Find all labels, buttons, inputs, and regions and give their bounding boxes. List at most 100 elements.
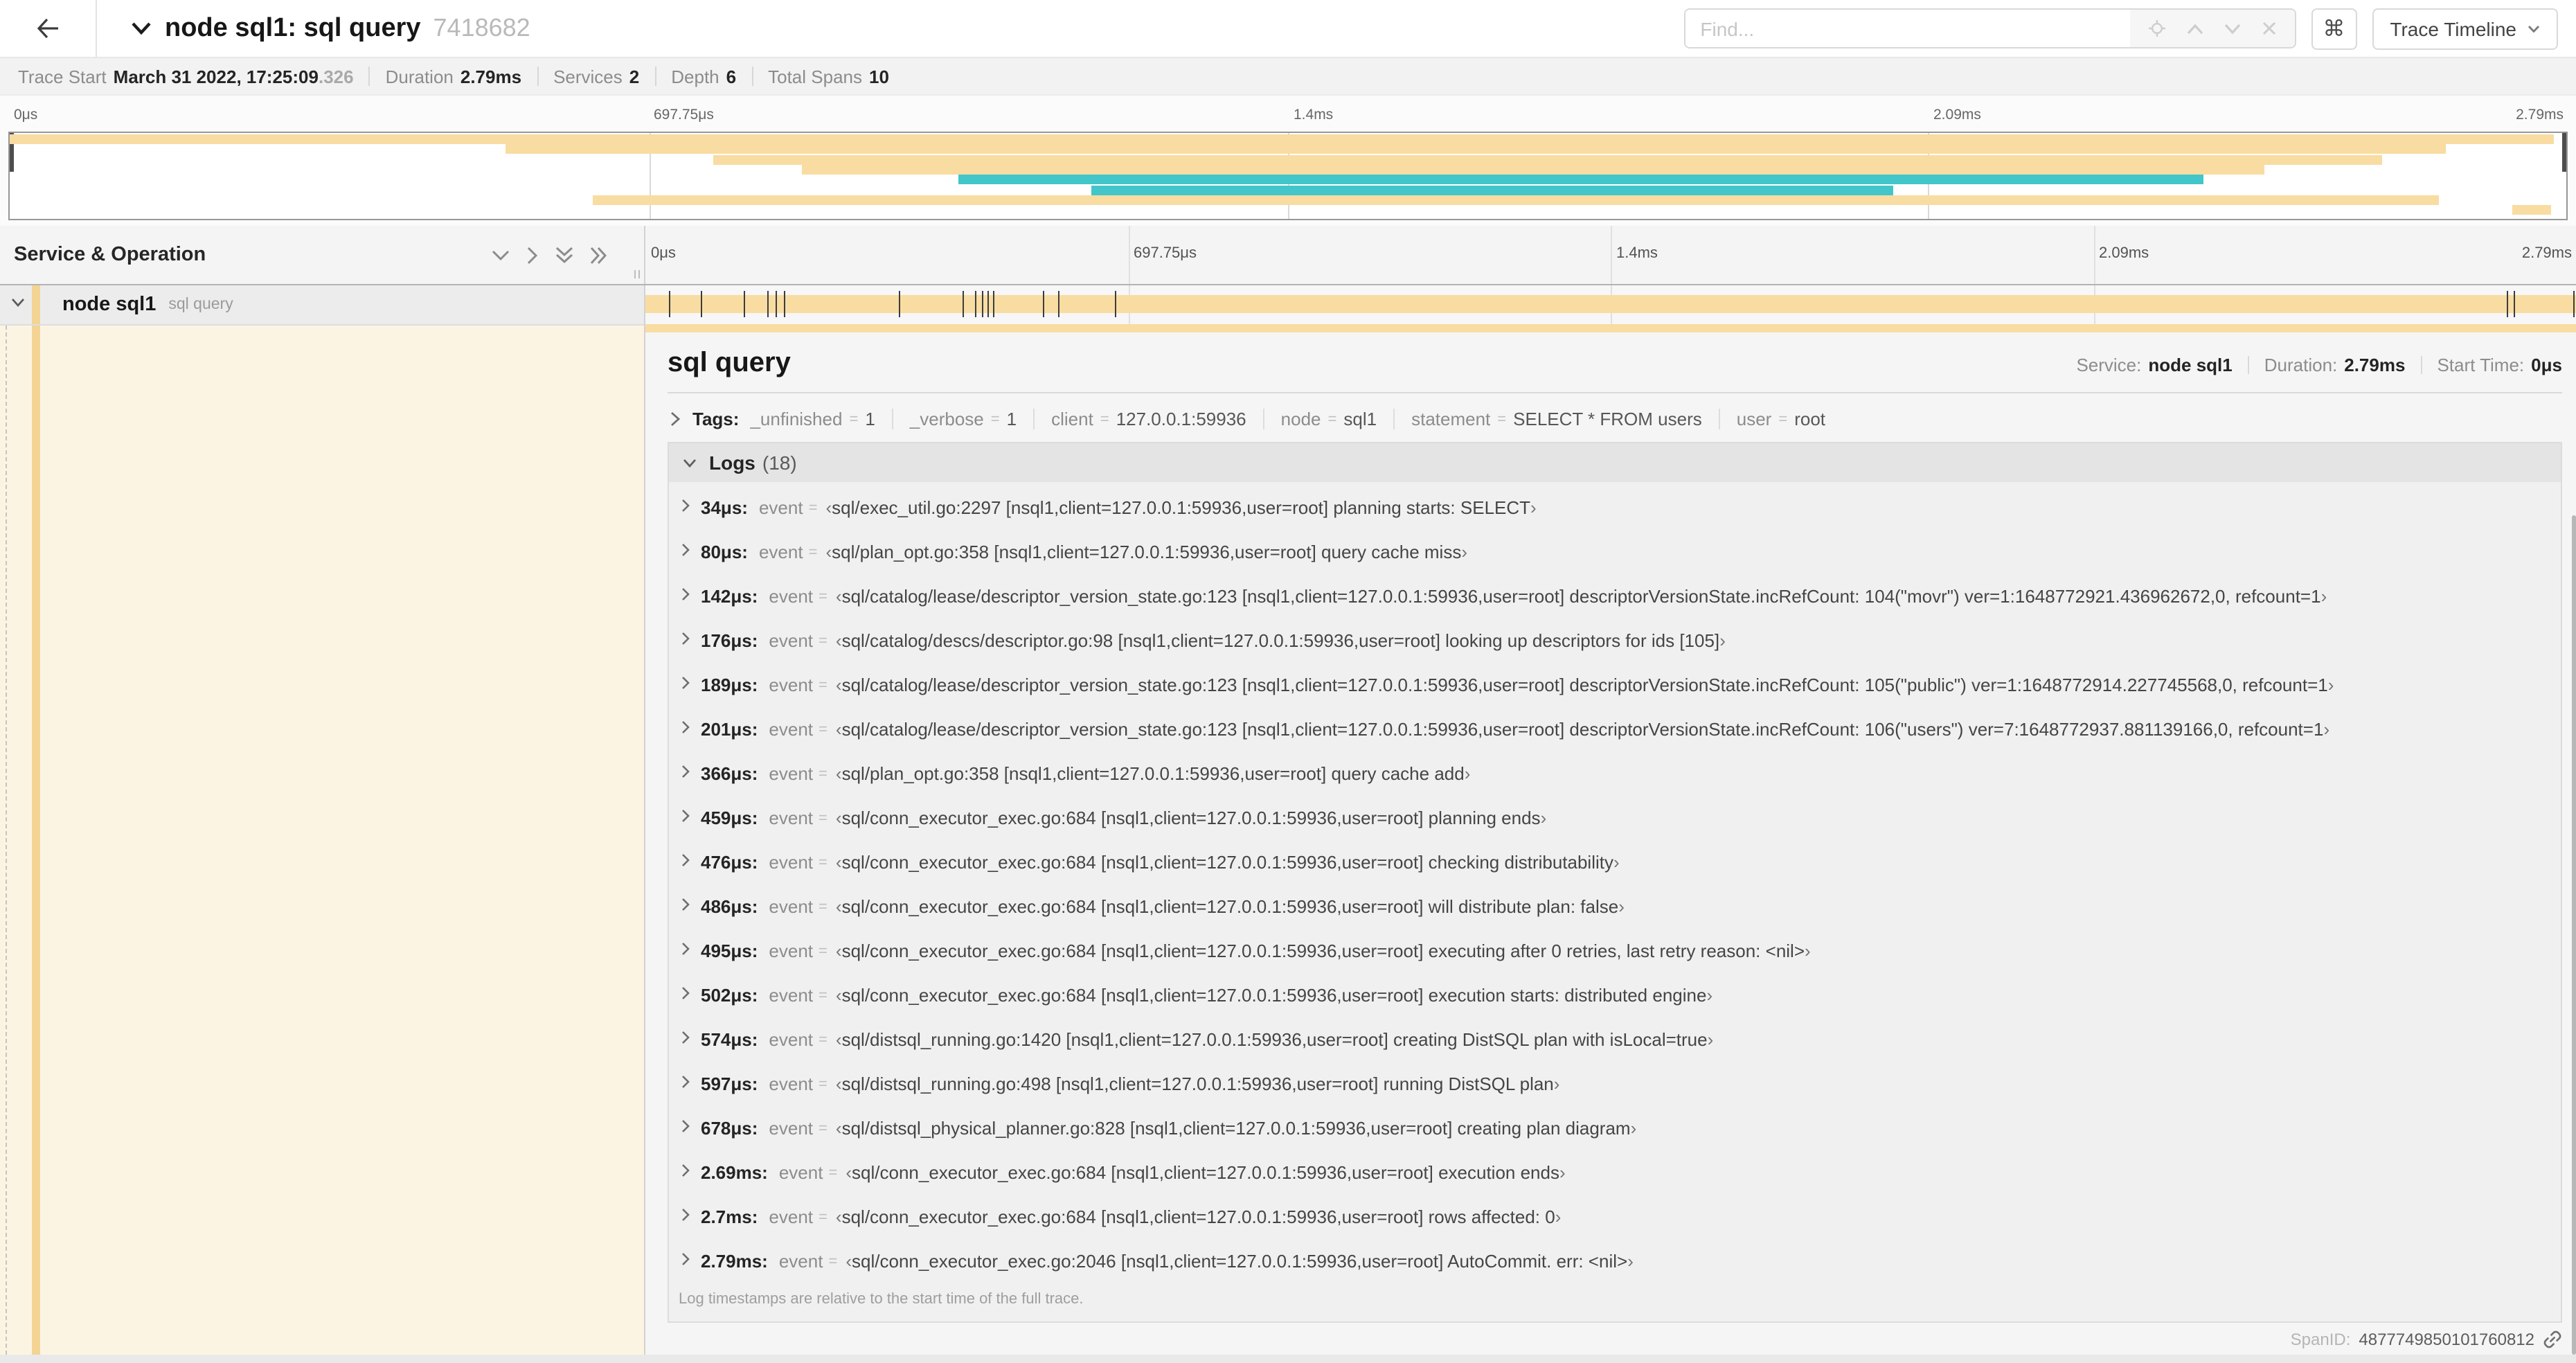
- log-field-name: event: [769, 1074, 814, 1094]
- minimap-tick-labels: 0μs 697.75μs 1.4ms 2.09ms 2.79ms: [8, 96, 2568, 132]
- minimap-canvas[interactable]: [8, 132, 2568, 220]
- span-duration-bar[interactable]: [645, 295, 2576, 313]
- scrollbar-thumb[interactable]: [2572, 515, 2576, 1355]
- log-entry[interactable]: 80μs: event = sql/plan_opt.go:358 [nsql1…: [679, 539, 2550, 583]
- log-marker[interactable]: [784, 291, 786, 317]
- span-operation-name: sql query: [168, 296, 233, 313]
- tag-item[interactable]: client = 127.0.0.1:59936: [1033, 409, 1263, 429]
- equals-sign: =: [819, 899, 828, 916]
- prev-match-icon[interactable]: [2186, 23, 2203, 34]
- log-entry[interactable]: 34μs: event = sql/exec_util.go:2297 [nsq…: [679, 495, 2550, 539]
- log-entry[interactable]: 201μs: event = sql/catalog/lease/descrip…: [679, 716, 2550, 760]
- collapse-all-icon[interactable]: [555, 246, 573, 264]
- chevron-right-icon: [681, 1031, 690, 1044]
- log-marker[interactable]: [668, 291, 670, 317]
- tag-key: node: [1280, 409, 1321, 429]
- log-marker[interactable]: [1058, 291, 1060, 317]
- logs-count: (18): [762, 452, 797, 474]
- tag-item[interactable]: _verbose = 1: [891, 409, 1033, 429]
- logs-accordion-header[interactable]: Logs (18): [669, 443, 2561, 482]
- log-marker[interactable]: [898, 291, 900, 317]
- collapse-one-icon[interactable]: [492, 249, 510, 261]
- log-entry[interactable]: 476μs: event = sql/conn_executor_exec.go…: [679, 849, 2550, 893]
- logs-section: Logs (18) 34μs: event = sql/exec_util.go…: [668, 442, 2562, 1323]
- next-match-icon[interactable]: [2224, 23, 2240, 34]
- equals-sign: =: [819, 855, 828, 871]
- log-entry[interactable]: 502μs: event = sql/conn_executor_exec.go…: [679, 982, 2550, 1026]
- tag-item[interactable]: statement = SELECT * FROM users: [1393, 409, 1719, 429]
- log-marker[interactable]: [981, 291, 983, 317]
- span-row[interactable]: node sql1 sql query: [0, 285, 2576, 324]
- expand-one-icon[interactable]: [526, 246, 539, 264]
- log-marker[interactable]: [963, 291, 965, 317]
- chevron-right-icon: [681, 499, 690, 513]
- log-marker[interactable]: [992, 291, 994, 317]
- minimap-right-handle[interactable]: [2562, 133, 2566, 172]
- tag-value: SELECT * FROM users: [1513, 409, 1702, 429]
- summary-value: 10: [869, 66, 889, 87]
- log-entry[interactable]: 486μs: event = sql/conn_executor_exec.go…: [679, 893, 2550, 938]
- tag-value: root: [1794, 409, 1826, 429]
- find-input[interactable]: [1685, 10, 2130, 47]
- log-value: sql/conn_executor_exec.go:684 [nsql1,cli…: [836, 852, 1620, 873]
- keyboard-shortcuts-button[interactable]: ⌘: [2311, 8, 2357, 49]
- service-operation-title: Service & Operation: [14, 244, 206, 266]
- start-time-label: Start Time:: [2437, 355, 2525, 375]
- log-entry[interactable]: 597μs: event = sql/distsql_running.go:49…: [679, 1071, 2550, 1115]
- log-marker[interactable]: [2514, 291, 2516, 317]
- tag-item[interactable]: user = root: [1718, 409, 1842, 429]
- equals-sign: =: [819, 810, 828, 827]
- log-marker[interactable]: [1114, 291, 1116, 317]
- back-button[interactable]: [0, 0, 97, 57]
- log-marker[interactable]: [743, 291, 745, 317]
- log-timestamp: 502μs:: [701, 985, 758, 1006]
- equals-sign: =: [819, 677, 828, 694]
- log-value: sql/catalog/lease/descriptor_version_sta…: [836, 586, 2327, 607]
- log-marker[interactable]: [974, 291, 976, 317]
- view-selector-button[interactable]: Trace Timeline: [2372, 8, 2558, 49]
- log-marker[interactable]: [2507, 291, 2509, 317]
- log-marker[interactable]: [776, 291, 778, 317]
- tag-key: _verbose: [909, 409, 984, 429]
- expand-all-icon[interactable]: [590, 246, 608, 264]
- equals-sign: =: [819, 722, 828, 738]
- tag-item[interactable]: _unfinished = 1: [747, 409, 891, 429]
- column-resize-grip[interactable]: [634, 270, 640, 278]
- tag-value: 127.0.0.1:59936: [1116, 409, 1246, 429]
- find-suffix: [2129, 10, 2295, 47]
- log-marker[interactable]: [2573, 291, 2575, 317]
- tags-accordion[interactable]: Tags: _unfinished = 1 _verbose = 1 clien…: [668, 409, 2562, 429]
- log-timestamp: 142μs:: [701, 586, 758, 607]
- tag-value: 1: [865, 409, 875, 429]
- log-entry[interactable]: 574μs: event = sql/distsql_running.go:14…: [679, 1026, 2550, 1071]
- log-entry[interactable]: 495μs: event = sql/conn_executor_exec.go…: [679, 938, 2550, 982]
- chevron-down-icon[interactable]: [132, 22, 151, 35]
- deep-link-icon[interactable]: [2543, 1329, 2562, 1348]
- span-name-cell[interactable]: node sql1 sql query: [0, 285, 645, 324]
- tag-value: 1: [1006, 409, 1017, 429]
- log-entry[interactable]: 459μs: event = sql/conn_executor_exec.go…: [679, 805, 2550, 849]
- bottom-strip: [0, 1355, 2576, 1363]
- tag-item[interactable]: node = sql1: [1262, 409, 1393, 429]
- log-entry[interactable]: 142μs: event = sql/catalog/lease/descrip…: [679, 583, 2550, 627]
- log-timestamp: 597μs:: [701, 1074, 758, 1094]
- clear-find-icon[interactable]: [2261, 21, 2276, 36]
- log-entry[interactable]: 366μs: event = sql/plan_opt.go:358 [nsql…: [679, 760, 2550, 805]
- minimap-span: [713, 154, 2383, 165]
- log-entry[interactable]: 2.69ms: event = sql/conn_executor_exec.g…: [679, 1159, 2550, 1204]
- focus-crosshair-icon[interactable]: [2147, 19, 2165, 37]
- span-detail-card: sql query Service: node sql1 Duration: 2…: [645, 332, 2576, 1323]
- log-entry[interactable]: 2.7ms: event = sql/conn_executor_exec.go…: [679, 1204, 2550, 1248]
- log-entry[interactable]: 176μs: event = sql/catalog/descs/descrip…: [679, 627, 2550, 672]
- log-entry[interactable]: 678μs: event = sql/distsql_physical_plan…: [679, 1115, 2550, 1159]
- span-track[interactable]: [645, 285, 2576, 324]
- span-id-value: 4877749850101760812: [2359, 1329, 2534, 1348]
- log-marker[interactable]: [1042, 291, 1044, 317]
- log-entry[interactable]: 2.79ms: event = sql/conn_executor_exec.g…: [679, 1248, 2550, 1287]
- chevron-right-icon: [681, 853, 690, 867]
- chevron-down-icon[interactable]: [11, 298, 25, 308]
- log-entry[interactable]: 189μs: event = sql/catalog/lease/descrip…: [679, 672, 2550, 716]
- log-marker[interactable]: [700, 291, 702, 317]
- log-marker[interactable]: [987, 291, 990, 317]
- log-marker[interactable]: [767, 291, 769, 317]
